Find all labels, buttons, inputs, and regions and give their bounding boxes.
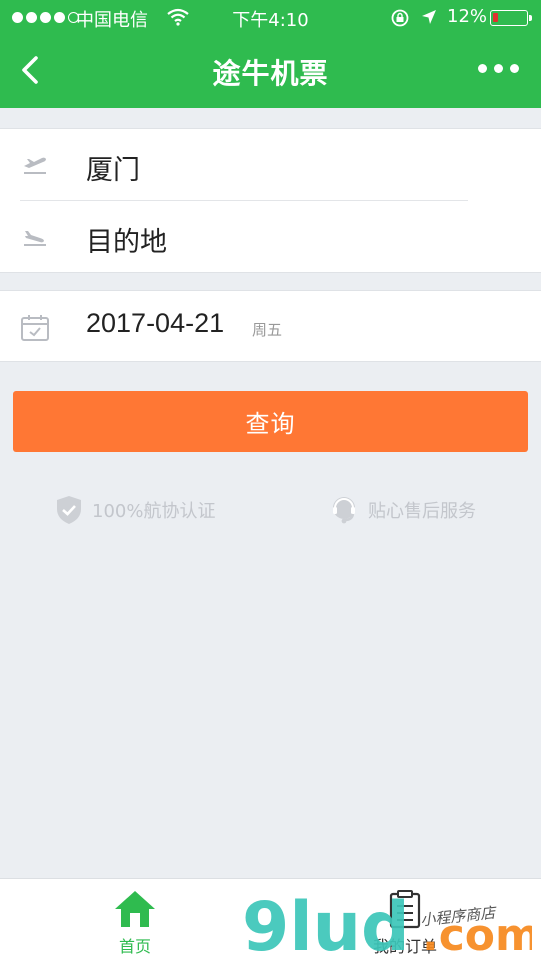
city-selector-card: 厦门 目的地	[0, 128, 541, 273]
tab-home-label: 首页	[118, 937, 151, 956]
feature-service: 贴心售后服务	[330, 494, 476, 526]
page-title: 途牛机票	[212, 57, 329, 90]
feature-certification: 100%航协认证	[56, 494, 215, 526]
departure-city: 厦门	[86, 155, 140, 186]
departure-row[interactable]: 厦门	[0, 129, 541, 201]
battery-percent: 12%	[447, 6, 488, 27]
tab-orders[interactable]: 我的订单	[360, 889, 450, 957]
takeoff-icon	[24, 157, 46, 174]
feature-label: 贴心售后服务	[368, 501, 476, 522]
shield-check-icon	[57, 496, 81, 524]
nav-bar: 途牛机票	[0, 36, 541, 108]
clipboard-icon	[389, 890, 421, 929]
headset-icon	[333, 497, 355, 524]
calendar-icon	[21, 315, 49, 341]
battery-icon	[490, 10, 532, 26]
top-bar: 中国电信 下午4:10 12% 途牛机票	[0, 0, 541, 108]
destination-city: 目的地	[86, 227, 167, 258]
landing-icon	[24, 231, 46, 246]
orientation-lock-icon	[391, 9, 409, 27]
departure-weekday: 周五	[252, 321, 283, 339]
departure-date: 2017-04-21	[86, 308, 225, 338]
ellipsis-icon[interactable]	[478, 64, 519, 73]
date-selector-card[interactable]: 2017-04-21 周五	[0, 290, 541, 362]
status-bar: 中国电信 下午4:10 12%	[0, 0, 541, 36]
tab-home[interactable]: 首页	[90, 889, 180, 957]
location-arrow-icon	[422, 10, 436, 24]
feature-label: 100%航协认证	[92, 501, 216, 522]
tab-bar: 首页 我的订单	[0, 878, 541, 960]
home-icon	[115, 891, 155, 927]
destination-row[interactable]: 目的地	[0, 201, 541, 273]
tab-orders-label: 我的订单	[372, 937, 437, 956]
search-button[interactable]: 查询	[13, 391, 528, 452]
